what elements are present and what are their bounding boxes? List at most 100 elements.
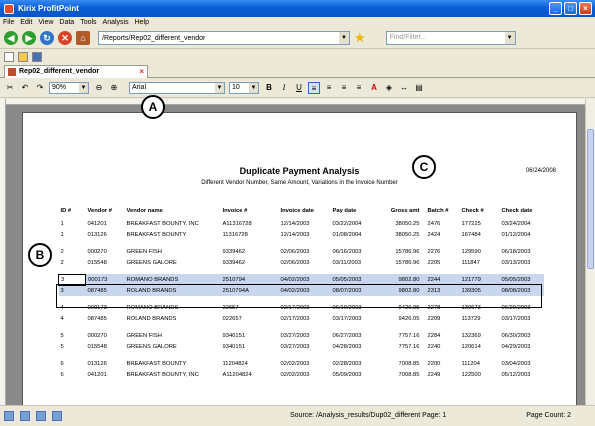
menu-file[interactable]: File (3, 19, 14, 26)
table-cell: 087485 (87, 315, 107, 322)
chevron-down-icon[interactable]: ▼ (504, 32, 515, 44)
menu-help[interactable]: Help (135, 19, 149, 26)
column-header: Batch # (427, 208, 449, 214)
table-cell: 02/17/2003 (280, 304, 310, 311)
chevron-down-icon[interactable]: ▼ (339, 32, 349, 44)
tab-rep02-different-vendor[interactable]: Rep02_different_vendor × (4, 65, 148, 78)
refresh-icon[interactable]: ↻ (40, 31, 54, 45)
table-cell: 113729 (461, 315, 481, 322)
column-header: Vendor name (126, 208, 163, 214)
table-cell: 2249 (427, 371, 441, 378)
table-cell: 9339462 (222, 248, 246, 255)
zoom-select[interactable]: 90% ▼ (49, 82, 89, 94)
table-row[interactable]: 1 041201 BREAKFAST BOUNTY, INC A11316728 12/… (59, 218, 544, 229)
table-cell: 7757.16 (398, 332, 420, 339)
table-cell: 04/02/2003 (278, 285, 331, 296)
info-icon[interactable] (20, 411, 30, 421)
chevron-down-icon[interactable]: ▼ (215, 83, 224, 93)
chevron-down-icon[interactable]: ▼ (249, 83, 258, 93)
table-row[interactable]: 6 041201 BREAKFAST BOUNTY, INC A11204824 02/… (59, 369, 544, 380)
tools-icon[interactable]: ✂ (4, 82, 16, 94)
table-cell: 38050.25 (395, 220, 420, 227)
zoom-value: 90% (52, 84, 67, 91)
align-left-icon[interactable]: ≡ (308, 82, 320, 94)
home-icon[interactable]: ⌂ (76, 31, 90, 45)
table-cell: 1 (60, 231, 64, 238)
table-header-row: ID # Vendor # Vendor name Invoice # Invo… (59, 204, 544, 218)
table-cell: 05/05/2003 (499, 274, 544, 285)
edit-icon[interactable] (36, 411, 46, 421)
italic-button[interactable]: I (278, 82, 290, 94)
table-row[interactable]: 3 087485 ROLAND BRANDS 2510794A 04/02/2003 08… (58, 285, 544, 296)
forward-arrow-icon[interactable]: ▶ (22, 31, 36, 45)
align-right-icon[interactable]: ≡ (338, 82, 350, 94)
table-cell: 7757.16 (398, 343, 420, 350)
scrollbar-thumb[interactable] (587, 129, 594, 269)
menu-edit[interactable]: Edit (20, 19, 32, 26)
table-cell: 013126 (87, 231, 107, 238)
font-value: Arial (132, 84, 147, 91)
fill-color-icon[interactable]: ◈ (383, 82, 395, 94)
table-row[interactable]: 2 000270 GREEN FISH 9339462 02/06/2003 06/16/… (59, 246, 544, 257)
table-cell: 15786.96 (395, 248, 420, 255)
zoom-out-icon[interactable]: ⊖ (93, 82, 105, 94)
table-cell: 03/17/2003 (332, 315, 362, 322)
new-file-icon[interactable] (4, 51, 14, 62)
table-cell: BREAKFAST BOUNTY, INC (126, 371, 199, 378)
stop-icon[interactable]: ✕ (58, 31, 72, 45)
table-cell: 02/17/2003 (280, 315, 310, 322)
navigation-toolbar: ◀ ▶ ↻ ✕ ⌂ /Reports/Rep02_different_vendo… (0, 28, 595, 49)
underline-button[interactable]: U (293, 82, 305, 94)
zoom-in-icon[interactable]: ⊕ (108, 82, 120, 94)
redo-icon[interactable]: ↷ (34, 82, 46, 94)
table-cell: 08/08/2003 (499, 285, 544, 296)
table-cell: 02/28/2003 (332, 360, 362, 367)
bookmark-star-icon[interactable]: ★ (354, 30, 366, 46)
relationship-icon[interactable] (52, 411, 62, 421)
table-row[interactable]: 3 000173 ROMANO BRANDS 2510794 04/02/2003 05/… (58, 273, 544, 286)
table-cell: 2209 (427, 315, 441, 322)
menu-tools[interactable]: Tools (80, 19, 96, 26)
table-cell: 02/02/2003 (280, 360, 310, 367)
vertical-scrollbar[interactable] (585, 99, 595, 405)
text-color-icon[interactable]: A (368, 82, 380, 94)
font-size-select[interactable]: 10 ▼ (229, 82, 259, 94)
undo-icon[interactable]: ↶ (19, 82, 31, 94)
align-center-icon[interactable]: ≡ (323, 82, 335, 94)
menu-analysis[interactable]: Analysis (103, 19, 129, 26)
table-cell: GREENS GALORE (126, 259, 177, 266)
table-row[interactable]: 4 000173 ROMANO BRANDS 22657 02/17/2003 06/19… (59, 302, 544, 313)
chevron-down-icon[interactable]: ▼ (79, 83, 88, 93)
table-cell: 130673 (461, 304, 481, 311)
menu-view[interactable]: View (38, 19, 53, 26)
table-row[interactable]: 4 087485 ROLAND BRANDS 022657 02/17/2003 03/1… (59, 313, 544, 324)
column-header: Check # (461, 208, 484, 214)
column-width-icon[interactable]: ↔ (398, 82, 410, 94)
format-icon[interactable]: ▤ (413, 82, 425, 94)
column-header: Invoice # (222, 208, 248, 214)
table-cell: 2510794 (220, 274, 279, 285)
table-cell: 02/02/2003 (280, 371, 310, 378)
minimize-button[interactable]: _ (549, 2, 562, 15)
address-bar[interactable]: /Reports/Rep02_different_vendor ▼ (98, 31, 350, 45)
table-cell: 2313 (421, 285, 460, 296)
save-icon[interactable] (32, 51, 42, 62)
table-row[interactable]: 2 015548 GREENS GALORE 9339462 02/06/2003 03/… (59, 257, 544, 268)
close-button[interactable]: × (579, 2, 592, 15)
table-row[interactable]: 1 013126 BREAKFAST BOUNTY 11316728 12/14/200… (59, 229, 544, 240)
maximize-button[interactable]: □ (564, 2, 577, 15)
table-row[interactable]: 6 013126 BREAKFAST BOUNTY 11204824 02/02/200… (59, 358, 544, 369)
table-row[interactable]: 5 000270 GREEN FISH 9340151 03/27/2003 06/27/… (59, 330, 544, 341)
find-filter-input[interactable]: Find/Filter... ▼ (385, 31, 516, 45)
bold-button[interactable]: B (263, 82, 275, 94)
table-cell: 12/14/2003 (280, 220, 310, 227)
menu-data[interactable]: Data (59, 19, 74, 26)
table-row[interactable]: 5 015548 GREENS GALORE 9340151 03/27/2003 04/… (59, 341, 544, 352)
align-justify-icon[interactable]: ≡ (353, 82, 365, 94)
globe-icon[interactable] (4, 411, 14, 421)
close-tab-icon[interactable]: × (139, 68, 144, 76)
table-cell: 01/12/2004 (501, 231, 531, 238)
open-folder-icon[interactable] (18, 51, 28, 62)
font-select[interactable]: Arial ▼ (129, 82, 225, 94)
back-arrow-icon[interactable]: ◀ (4, 31, 18, 45)
